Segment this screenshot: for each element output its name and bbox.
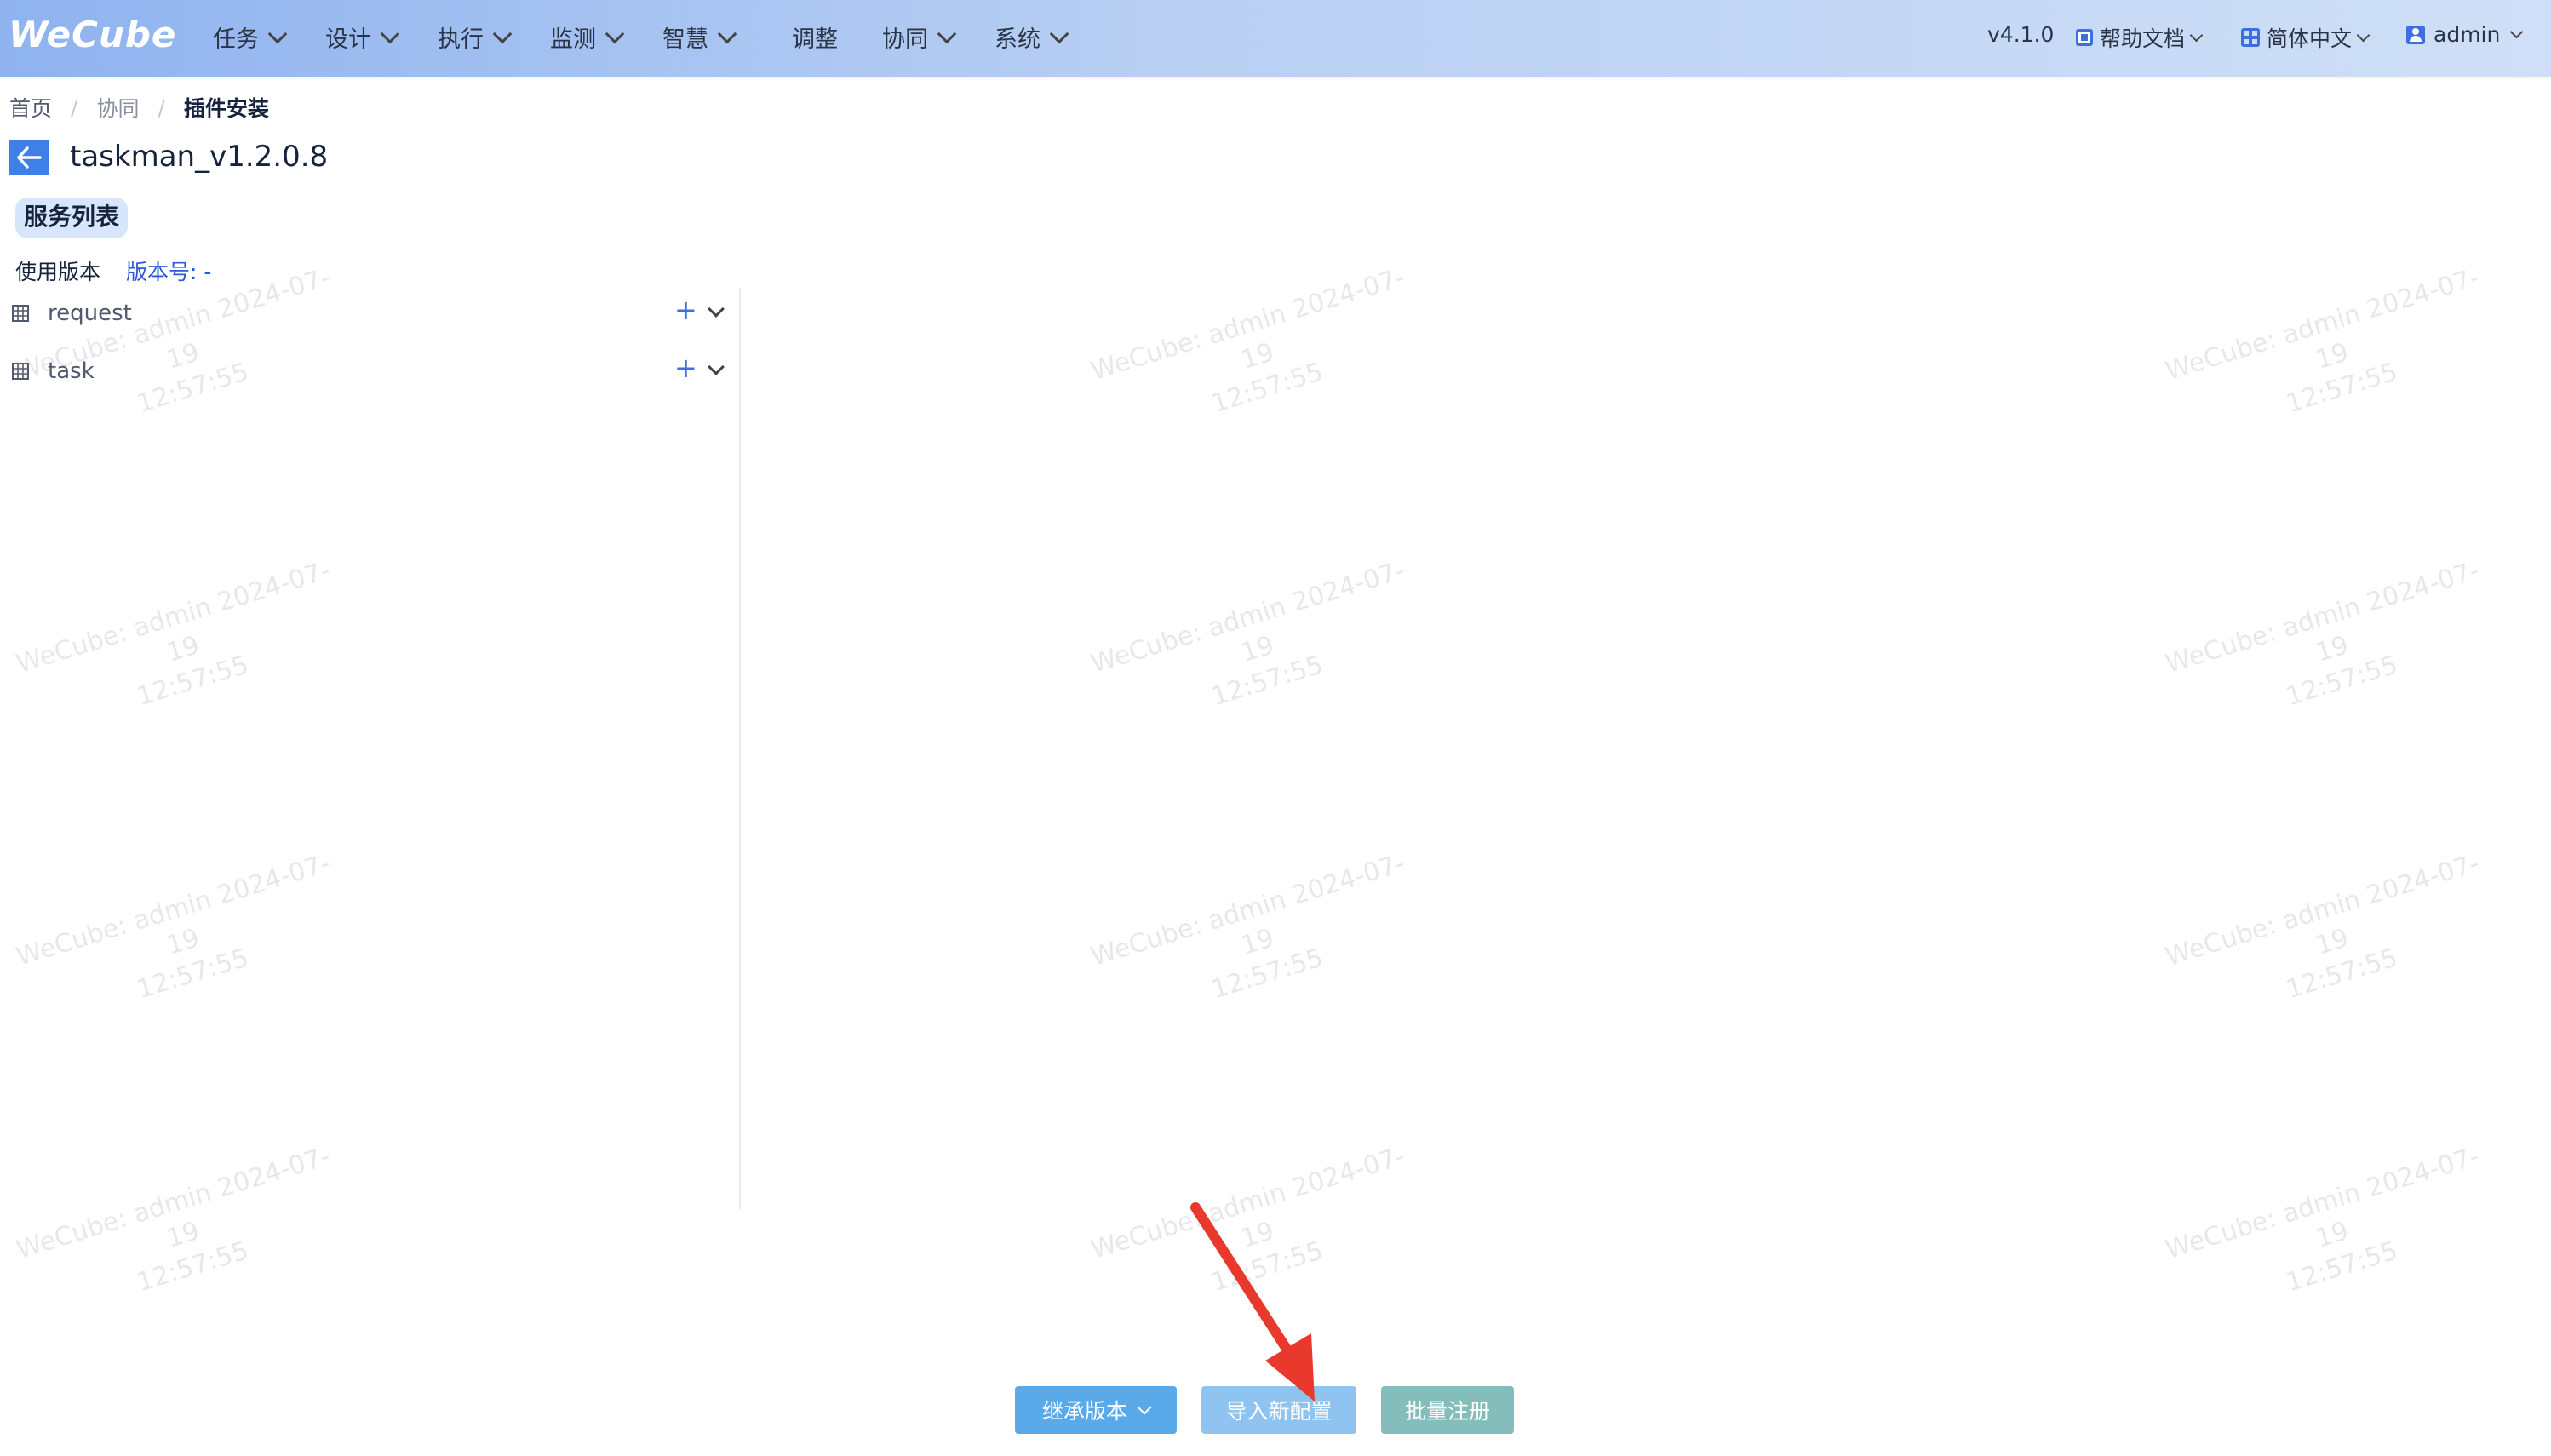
service-item-task[interactable]: task + [0,346,739,397]
version-label: 使用版本 [15,260,101,284]
nav-label: 调整 [792,26,838,53]
watermark: WeCube: admin 2024-07-19 12:57:55 [1087,1141,1408,1298]
chevron-down-icon [937,24,957,43]
nav-menu-design[interactable]: 设计 [325,20,400,54]
breadcrumb-home[interactable]: 首页 [9,92,52,123]
app-version: v4.1.0 [1987,22,2055,47]
nav-label: 协同 [882,26,928,53]
breadcrumb: 首页 / 协同 / 插件安装 [9,92,269,123]
user-name: admin [2433,22,2501,47]
chevron-down-icon [605,24,625,43]
breadcrumb-collaboration: 协同 [96,96,140,121]
chevron-down-icon[interactable] [708,358,725,375]
chevron-down-icon[interactable] [708,301,725,318]
chevron-down-icon [492,24,513,43]
breadcrumb-separator: / [71,95,78,120]
nav-label: 监测 [550,26,596,53]
language-menu[interactable]: 简体中文 [2241,22,2370,53]
help-docs-label: 帮助文档 [2100,26,2186,51]
version-row: 使用版本 版本号: - [15,255,211,286]
import-config-button[interactable]: 导入新配置 [1201,1386,1356,1434]
inherit-version-label: 继承版本 [1041,1399,1127,1424]
watermark: WeCube: admin 2024-07-19 12:57:55 [2162,555,2483,713]
watermark: WeCube: admin 2024-07-19 12:57:55 [1087,848,1408,1006]
nav-menu-system[interactable]: 系统 [995,20,1069,54]
nav-menu-intelligence[interactable]: 智慧 [662,20,737,54]
chevron-down-icon [2356,28,2370,42]
user-icon [2406,25,2425,44]
service-item-request[interactable]: request + [0,288,739,339]
version-number-link[interactable]: 版本号: - [126,255,211,286]
section-title: 服务列表 [15,198,129,238]
wecube-logo[interactable]: WeCube [9,14,176,55]
language-label: 简体中文 [2267,26,2353,51]
chevron-down-icon [2189,28,2204,42]
chevron-down-icon [267,24,288,43]
nav-label: 执行 [438,26,484,53]
chevron-down-icon [1049,24,1069,43]
nav-menu-execution[interactable]: 执行 [438,20,513,54]
breadcrumb-separator: / [158,95,165,120]
chevron-down-icon [717,24,737,43]
chevron-down-icon [1137,1400,1152,1415]
table-icon [12,305,29,322]
breadcrumb-current: 插件安装 [183,96,269,121]
help-docs-menu[interactable]: 帮助文档 [2076,22,2204,53]
service-name: request [48,301,132,326]
nav-label: 智慧 [662,26,708,53]
chevron-down-icon [380,24,400,43]
nav-menu-monitor[interactable]: 监测 [550,20,625,54]
language-icon [2241,28,2260,47]
nav-label: 设计 [325,26,371,53]
batch-register-button[interactable]: 批量注册 [1381,1386,1514,1434]
arrow-left-icon [17,146,42,169]
table-icon [12,363,29,380]
add-icon[interactable]: + [674,354,697,381]
nav-menu-tasks[interactable]: 任务 [213,20,288,54]
watermark: WeCube: admin 2024-07-19 12:57:55 [2162,848,2483,1006]
nav-menu-adjust[interactable]: 调整 [792,20,838,54]
watermark: WeCube: admin 2024-07-19 12:57:55 [2162,262,2483,420]
nav-menu-collaboration[interactable]: 协同 [882,20,957,54]
help-icon [2076,29,2093,46]
nav-label: 系统 [995,26,1040,53]
nav-label: 任务 [213,26,259,53]
back-button[interactable] [9,140,49,175]
watermark: WeCube: admin 2024-07-19 12:57:55 [2162,1141,2483,1298]
watermark: WeCube: admin 2024-07-19 12:57:55 [1087,555,1408,713]
top-nav-bar: WeCube 任务 设计 执行 监测 智慧 调整 协同 系统 v4.1.0 帮助… [0,0,2551,77]
service-name: task [48,358,95,384]
page-title: taskman_v1.2.0.8 [70,140,329,174]
chevron-down-icon [2510,25,2524,39]
service-list: request + task + [0,288,741,1209]
inherit-version-button[interactable]: 继承版本 [1015,1386,1177,1434]
add-icon[interactable]: + [674,296,697,324]
user-menu[interactable]: admin [2406,22,2524,47]
watermark: WeCube: admin 2024-07-19 12:57:55 [1087,262,1408,420]
